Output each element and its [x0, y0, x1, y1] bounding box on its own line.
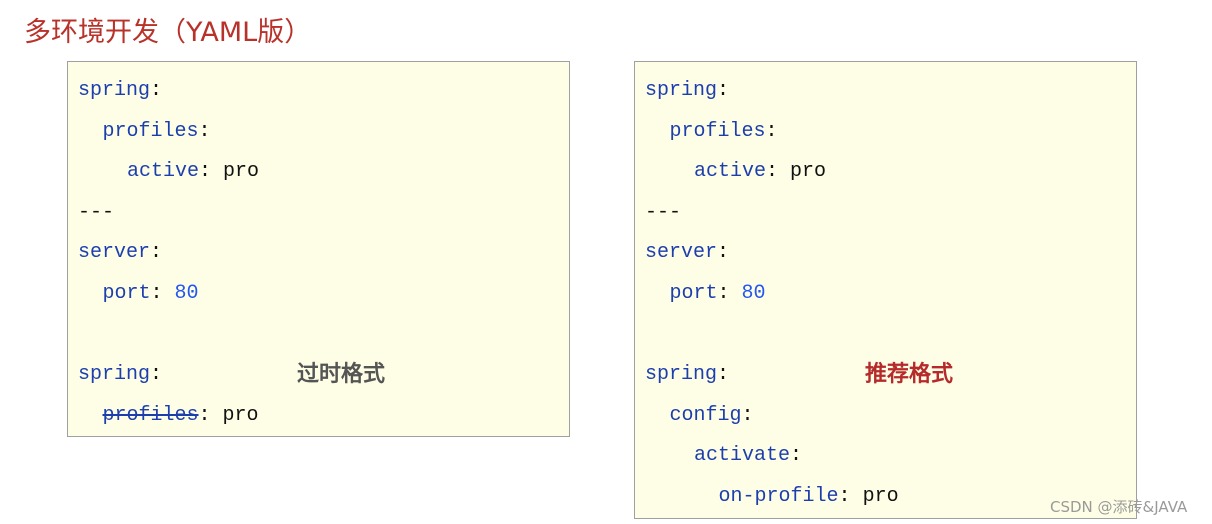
yaml-key: port — [669, 282, 718, 305]
deprecated-yaml-code-block: 过时格式 spring: profiles: active: pro --- serve… — [67, 61, 570, 437]
yaml-key: on-profile — [718, 485, 839, 508]
yaml-key: spring — [645, 79, 718, 102]
recommended-yaml-code-block: 推荐格式 spring: profiles: active: pro --- serve… — [634, 61, 1137, 519]
code-line: profiles: — [669, 119, 778, 143]
code-line: spring: — [645, 363, 730, 387]
page-title: 多环境开发（YAML版） — [24, 17, 312, 48]
yaml-value: pro — [223, 160, 260, 184]
yaml-value: 80 — [174, 282, 199, 305]
yaml-key: server — [645, 241, 718, 265]
yaml-key: spring — [645, 363, 718, 387]
yaml-key: port — [102, 282, 151, 305]
yaml-key: profiles — [102, 119, 199, 143]
yaml-value: pro — [790, 160, 827, 184]
yaml-key: profiles — [102, 403, 199, 427]
yaml-key: server — [78, 241, 151, 265]
code-line: activate: — [694, 444, 803, 468]
deprecated-format-label: 过时格式 — [297, 362, 386, 387]
yaml-value: pro — [222, 403, 259, 427]
yaml-key: spring — [78, 79, 151, 102]
yaml-key: active — [127, 160, 200, 184]
code-line: server: — [78, 241, 163, 265]
watermark: CSDN @添砖&JAVA — [1050, 498, 1188, 516]
code-line: server: — [645, 241, 730, 265]
code-line: --- — [645, 200, 682, 224]
yaml-key: config — [669, 403, 742, 427]
code-line: spring: — [78, 363, 163, 387]
code-line: config: — [669, 403, 754, 427]
yaml-key: spring — [78, 363, 151, 387]
code-line: spring: — [78, 79, 163, 102]
recommended-format-label: 推荐格式 — [865, 362, 954, 387]
code-line: port: 80 — [102, 282, 199, 305]
code-line: port: 80 — [669, 282, 766, 305]
yaml-key: activate — [694, 444, 791, 468]
code-line: active: pro — [127, 160, 260, 184]
yaml-value: pro — [862, 485, 899, 508]
yaml-key: active — [694, 160, 767, 184]
code-line: profiles: pro — [102, 403, 259, 427]
code-line: active: pro — [694, 160, 827, 184]
yaml-value: 80 — [741, 282, 766, 305]
code-line: --- — [78, 200, 115, 224]
code-line: spring: — [645, 79, 730, 102]
code-line: profiles: — [102, 119, 211, 143]
yaml-key: profiles — [669, 119, 766, 143]
code-line: on-profile: pro — [718, 485, 899, 508]
